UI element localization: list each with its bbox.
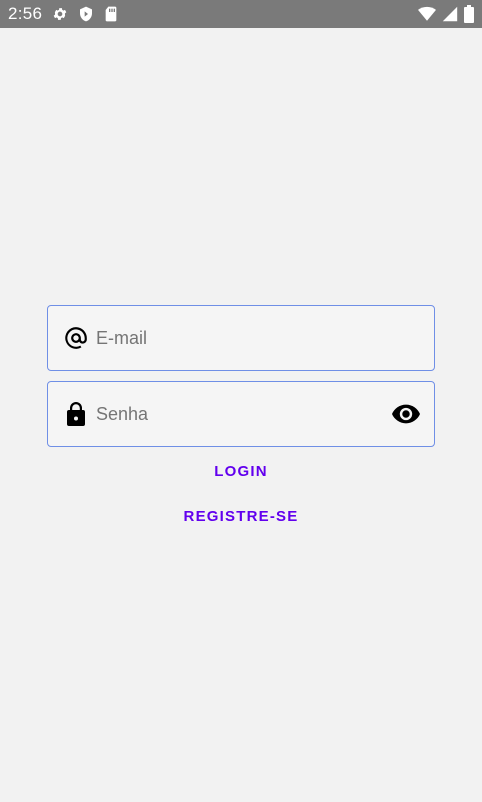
wifi-icon <box>418 6 436 22</box>
status-bar-left: 2:56 <box>8 4 118 24</box>
password-input[interactable] <box>90 382 390 446</box>
status-bar: 2:56 <box>0 0 482 28</box>
email-input[interactable] <box>90 306 434 370</box>
password-field[interactable] <box>47 381 435 447</box>
lock-icon <box>62 400 90 428</box>
status-bar-right <box>418 5 474 23</box>
shield-icon <box>78 6 94 22</box>
at-sign-icon <box>62 324 90 352</box>
gear-icon <box>52 6 68 22</box>
login-button[interactable]: LOGIN <box>0 463 482 480</box>
register-button[interactable]: REGISTRE-SE <box>0 508 482 525</box>
battery-icon <box>464 5 474 23</box>
status-time: 2:56 <box>8 4 43 23</box>
email-field[interactable] <box>47 305 435 371</box>
eye-icon[interactable] <box>390 398 422 430</box>
signal-icon <box>442 6 458 22</box>
sd-card-icon <box>104 6 118 22</box>
